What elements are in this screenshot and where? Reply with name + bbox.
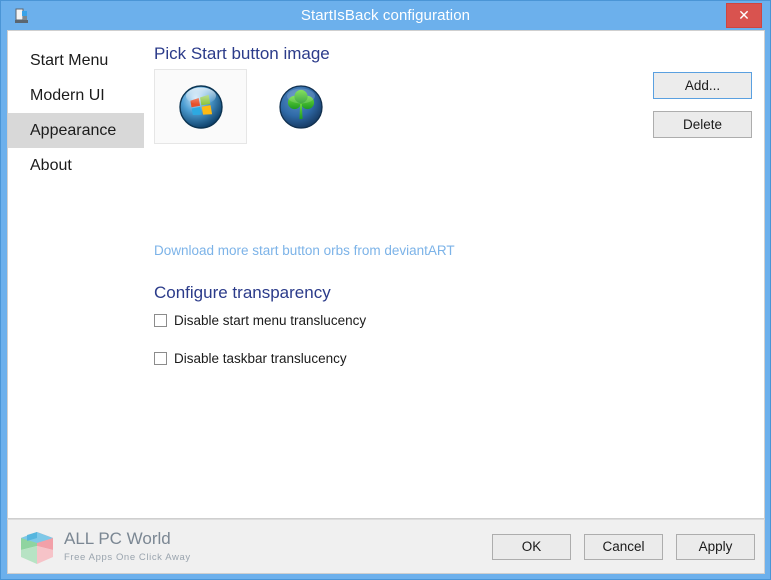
orb-gallery bbox=[154, 69, 634, 144]
sidebar: Start Menu Modern UI Appearance About bbox=[8, 31, 144, 518]
window-title: StartIsBack configuration bbox=[300, 7, 471, 24]
windows-orb-icon bbox=[178, 84, 224, 130]
page-title: Pick Start button image bbox=[154, 44, 330, 63]
watermark: ALL PC World Free Apps One Click Away bbox=[18, 525, 218, 571]
content-pane: Pick Start button image Download more st… bbox=[144, 31, 764, 518]
footer-bar: ALL PC World Free Apps One Click Away OK… bbox=[7, 519, 765, 574]
apply-button[interactable]: Apply bbox=[676, 534, 755, 560]
sidebar-item-modern-ui[interactable]: Modern UI bbox=[8, 78, 144, 113]
delete-button[interactable]: Delete bbox=[653, 111, 752, 138]
all-pc-world-logo-icon bbox=[18, 529, 58, 567]
checkbox-box-icon[interactable] bbox=[154, 314, 167, 327]
client-area: Start Menu Modern UI Appearance About Pi… bbox=[7, 30, 765, 519]
close-icon[interactable]: ✕ bbox=[726, 3, 762, 28]
sidebar-item-label: Modern UI bbox=[30, 87, 105, 104]
cancel-button[interactable]: Cancel bbox=[584, 534, 663, 560]
checkbox-box-icon[interactable] bbox=[154, 352, 167, 365]
application-window: StartIsBack configuration ✕ Start Menu M… bbox=[0, 0, 771, 580]
sidebar-item-label: Start Menu bbox=[30, 52, 109, 69]
sidebar-item-about[interactable]: About bbox=[8, 148, 144, 183]
deviantart-link[interactable]: Download more start button orbs from dev… bbox=[154, 243, 455, 258]
checkbox-label: Disable start menu translucency bbox=[174, 313, 367, 328]
ok-button[interactable]: OK bbox=[492, 534, 571, 560]
section-title-transparency: Configure transparency bbox=[154, 283, 331, 302]
title-bar[interactable]: StartIsBack configuration ✕ bbox=[1, 1, 770, 30]
shamrock-orb-icon bbox=[278, 84, 324, 130]
orb-option-windows[interactable] bbox=[154, 69, 247, 144]
checkbox-label: Disable taskbar translucency bbox=[174, 351, 347, 366]
sidebar-item-start-menu[interactable]: Start Menu bbox=[8, 43, 144, 78]
orb-option-shamrock[interactable] bbox=[254, 69, 347, 144]
add-button[interactable]: Add... bbox=[653, 72, 752, 99]
sidebar-item-label: Appearance bbox=[30, 122, 117, 139]
sidebar-item-appearance[interactable]: Appearance bbox=[8, 113, 144, 148]
watermark-subtitle: Free Apps One Click Away bbox=[64, 552, 191, 563]
sidebar-item-label: About bbox=[30, 157, 72, 174]
watermark-title: ALL PC World bbox=[64, 529, 171, 548]
